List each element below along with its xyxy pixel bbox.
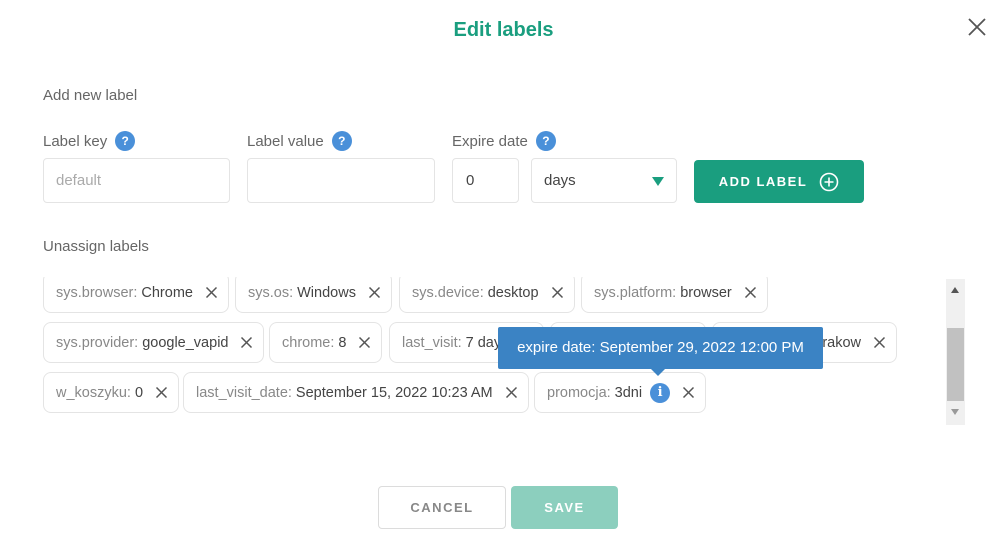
expire-date-label: Expire date ? [452,131,556,151]
remove-label-icon[interactable] [358,336,371,349]
label-value-label: Label value ? [247,131,352,151]
dialog-title: Edit labels [453,19,554,41]
label-value: browser [680,284,732,301]
remove-label-icon[interactable] [205,286,218,299]
expire-date-text: Expire date [452,132,528,150]
info-icon[interactable]: i [650,382,671,403]
label-key-input[interactable]: default [43,158,230,203]
remove-label-icon[interactable] [155,386,168,399]
label-chip: sys.platform: browser [581,277,768,313]
plus-circle-icon [819,172,839,191]
save-button[interactable]: SAVE [511,486,618,529]
remove-label-icon[interactable] [240,336,253,349]
expire-date-tooltip: expire date: September 29, 2022 12:00 PM [498,327,823,376]
label-value: Chrome [141,284,193,301]
label-key: sys.os: [248,284,294,301]
label-chip: promocja: 3dni i [534,372,707,413]
dropdown-arrow-icon [652,177,664,186]
label-key: promocja: [547,384,611,401]
remove-label-icon[interactable] [505,386,518,399]
label-key: chrome: [282,334,335,351]
close-icon [968,18,986,36]
remove-label-icon[interactable] [368,286,381,299]
label-key: last_visit: [402,334,462,351]
label-value: 3dni [614,384,643,401]
remove-label-icon[interactable] [551,286,564,299]
label-key-label: Label key ? [43,131,136,151]
label-value: September 15, 2022 10:23 AM [295,384,493,401]
remove-label-icon[interactable] [873,336,886,349]
label-chip: w_koszyku: 0 [43,372,180,413]
add-label-button[interactable]: ADD LABEL [694,160,864,203]
label-key-text: Label key [43,132,108,150]
label-value: 8 [338,334,347,351]
label-value: desktop [487,284,539,301]
scroll-up-arrow-icon[interactable] [951,287,959,293]
scroll-thumb[interactable] [947,328,964,401]
label-value: Windows [297,284,356,301]
add-label-text: ADD LABEL [718,174,808,189]
label-chip: last_visit_date: September 15, 2022 10:2… [183,372,529,413]
label-chip: sys.device: desktop [399,277,575,313]
label-value: 0 [134,384,144,401]
unassign-labels-heading: Unassign labels [43,238,149,255]
cancel-button[interactable]: CANCEL [378,486,506,529]
label-chip: sys.provider: google_vapid [43,322,265,363]
label-value-input[interactable] [247,158,435,203]
close-button[interactable] [964,14,990,40]
label-value: google_vapid [142,334,229,351]
label-chip: sys.browser: Chrome [43,277,229,313]
label-key: sys.platform: [594,284,677,301]
labels-scrollbar[interactable] [946,279,965,425]
scroll-down-arrow-icon[interactable] [951,409,959,415]
label-key: sys.provider: [56,334,139,351]
expire-unit-select[interactable]: days [531,158,677,203]
label-key: last_visit_date: [196,384,292,401]
label-value-text: Label value [247,132,324,150]
label-chip: chrome: 8 [269,322,383,363]
label-key: sys.device: [412,284,484,301]
add-new-label-heading: Add new label [43,87,138,104]
label-chip: sys.os: Windows [235,277,392,313]
label-key: sys.browser: [56,284,138,301]
remove-label-icon[interactable] [682,386,695,399]
expire-amount-input[interactable]: 0 [452,158,519,203]
help-icon[interactable]: ? [115,131,136,151]
expire-unit-value: days [544,172,576,189]
label-key: w_koszyku: [56,384,131,401]
remove-label-icon[interactable] [744,286,757,299]
help-icon[interactable]: ? [535,131,556,151]
help-icon[interactable]: ? [331,131,352,151]
